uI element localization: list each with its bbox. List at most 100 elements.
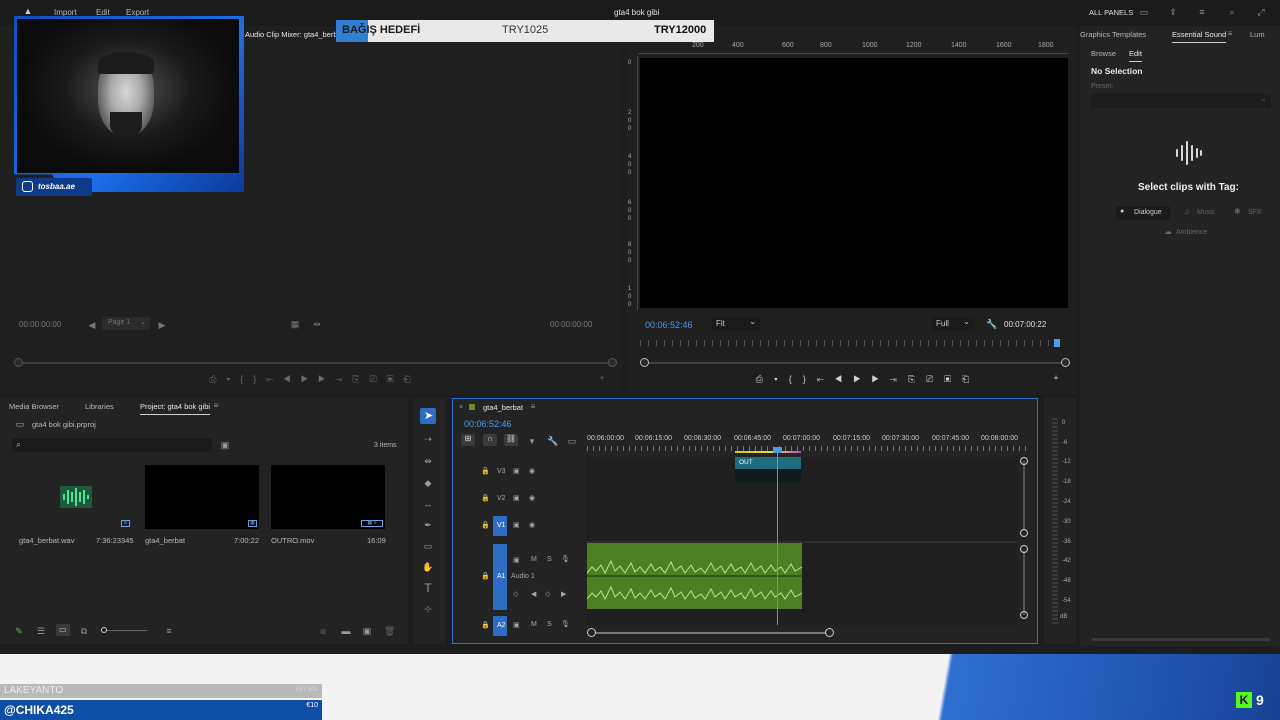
snap-button[interactable]: ∩ — [483, 434, 497, 446]
eye-icon[interactable]: ◉ — [529, 467, 535, 475]
program-video[interactable] — [640, 58, 1068, 308]
pencil-icon[interactable]: ✎ — [14, 626, 24, 636]
project-item-thumb[interactable]: ▦ — [145, 465, 259, 529]
bin-icon[interactable]: ▣ — [220, 440, 230, 450]
track-label[interactable]: V2 — [497, 495, 506, 502]
nest-button[interactable]: ⊞ — [461, 434, 475, 446]
tab-media-browser[interactable]: Media Browser — [9, 402, 59, 411]
tab-graphics-templates[interactable]: Graphics Templates — [1080, 30, 1146, 39]
lock-icon[interactable]: 🔒 — [481, 572, 490, 580]
timeline-zoom-bar[interactable] — [591, 632, 829, 634]
mic-icon[interactable]: 🎙 — [561, 620, 570, 628]
trash-icon[interactable]: 🗑 — [384, 626, 395, 636]
zoom-slider-handle[interactable] — [101, 627, 107, 633]
lock-icon[interactable]: 🔒 — [481, 621, 490, 629]
tab-essential-sound[interactable]: Essential Sound — [1172, 30, 1227, 43]
page-select[interactable]: Page 1 ⌄ — [102, 317, 150, 330]
es-scrollbar[interactable] — [1092, 638, 1270, 641]
home-icon[interactable]: ▲ — [22, 6, 34, 16]
timeline-timecode[interactable]: 00:06:52:46 — [464, 419, 512, 429]
mute-button[interactable]: M — [531, 556, 537, 563]
lock-icon[interactable]: 🔒 — [481, 494, 490, 502]
eye-icon[interactable]: ◉ — [529, 494, 535, 502]
tab-libraries[interactable]: Libraries — [85, 402, 114, 411]
project-item-thumb[interactable]: ▦ ≡ — [271, 465, 385, 529]
zoom-handle-right[interactable] — [825, 628, 834, 637]
rectangle-tool-icon[interactable]: ▭ — [422, 541, 434, 551]
scrubber-end-handle[interactable] — [608, 358, 617, 367]
program-scrubber[interactable] — [644, 362, 1066, 364]
video-track-scrollbar[interactable] — [1023, 461, 1025, 531]
scroll-handle[interactable] — [1020, 529, 1028, 537]
subtab-browse[interactable]: Browse — [1091, 49, 1116, 58]
captions-icon[interactable]: ▭ — [567, 436, 577, 446]
wrench-icon[interactable]: 🔧 — [986, 319, 997, 329]
marker-icon[interactable]: ▾ — [527, 436, 537, 446]
track-label[interactable]: V3 — [497, 468, 506, 475]
solo-button[interactable]: S — [547, 621, 552, 628]
menu-icon[interactable]: ≡ — [1196, 7, 1208, 17]
selection-tool[interactable]: ➤ — [420, 408, 436, 424]
program-transport-icons[interactable]: ⎙▾{}⇤◀▶▶⇥⎘⎚▣⎗ — [708, 374, 1028, 384]
sync-lock-icon[interactable]: ▣ — [513, 556, 520, 564]
page-next-icon[interactable]: ▶ — [158, 320, 166, 330]
quality-select[interactable]: Full ⌄ — [932, 317, 974, 331]
sort-icon[interactable]: ≡ — [164, 626, 174, 636]
hand-tool-icon[interactable]: ✋ — [422, 562, 434, 572]
tag-music-button[interactable]: ♫ Music — [1180, 206, 1224, 220]
add-button-icon[interactable]: + — [596, 373, 608, 383]
keyframe-next-icon[interactable]: ▶ — [561, 590, 566, 598]
timeline-playhead[interactable] — [777, 451, 778, 625]
fullscreen-icon[interactable]: ⤢ — [1255, 7, 1267, 17]
list-view-icon[interactable]: ☰ — [36, 626, 46, 636]
scrubber-start-handle[interactable] — [640, 358, 649, 367]
caption-tool-icon[interactable]: ⊹ — [422, 604, 434, 614]
all-panels-button[interactable]: ALL PANELS — [1089, 8, 1133, 17]
source-panel-tab[interactable]: Audio Clip Mixer: gta4_berbat — [245, 30, 344, 39]
page-prev-icon[interactable]: ◀ — [88, 320, 96, 330]
fit-select[interactable]: Fit ⌄ — [712, 317, 760, 331]
track-label[interactable]: V1 — [497, 522, 506, 529]
program-timecode[interactable]: 00:06:52:46 — [645, 320, 693, 330]
scroll-handle[interactable] — [1020, 457, 1028, 465]
preset-select[interactable]: ⌄ — [1091, 94, 1271, 108]
zoom-slider[interactable] — [101, 627, 147, 633]
freeform-view-icon[interactable]: ⧉ — [78, 626, 90, 636]
panel-menu-icon[interactable]: ≡ — [212, 401, 220, 411]
tag-dialogue-button[interactable]: ● Dialogue — [1116, 206, 1170, 220]
razor-tool-icon[interactable]: ◆ — [422, 478, 434, 488]
source-scrubber[interactable] — [18, 362, 614, 364]
program-playhead-marker[interactable] — [1054, 339, 1060, 347]
search-icon[interactable]: ⌕ — [1226, 7, 1238, 17]
panel-menu-icon[interactable]: ≡ — [529, 402, 537, 412]
icon-view-button[interactable]: ▭ — [56, 624, 70, 636]
panel-menu-icon[interactable]: ≡ — [1226, 29, 1234, 39]
tag-sfx-button[interactable]: ✱ SFX — [1232, 206, 1268, 220]
pen-tool-icon[interactable]: ✒ — [422, 520, 434, 530]
sync-lock-icon[interactable]: ▣ — [513, 621, 520, 629]
add-button-icon[interactable]: + — [1050, 373, 1062, 383]
wrench-icon[interactable]: 🔧 — [547, 436, 558, 446]
film-icon[interactable]: ▣ — [513, 494, 520, 502]
scrubber-start-handle[interactable] — [14, 358, 23, 367]
new-item-icon[interactable]: ▣ — [362, 626, 372, 636]
track-area[interactable]: OUT — [586, 447, 1017, 625]
eye-icon[interactable]: ◉ — [529, 521, 535, 529]
expand-icon[interactable]: ⇹ — [312, 319, 322, 329]
linked-selection-button[interactable]: ⛓ — [504, 434, 518, 446]
audio-clip-a1[interactable] — [586, 543, 803, 609]
work-area-bar[interactable] — [735, 451, 801, 453]
lock-icon[interactable]: 🔒 — [481, 467, 490, 475]
playhead-handle[interactable] — [773, 447, 782, 453]
track-label[interactable]: A2 — [497, 622, 506, 629]
ripple-edit-tool-icon[interactable]: ⇹ — [422, 456, 434, 466]
mic-icon[interactable]: 🎙 — [561, 555, 570, 563]
film-icon[interactable]: ▣ — [513, 467, 520, 475]
sequence-tab[interactable]: gta4_berbat — [483, 403, 523, 412]
mute-button[interactable]: M — [531, 621, 537, 628]
grid-icon[interactable]: ▦ — [290, 319, 300, 329]
film-icon[interactable]: ▣ — [513, 521, 520, 529]
timeline-ruler[interactable]: 00:06:00:00 00:06:15:00 00:06:30:00 00:0… — [587, 433, 1027, 453]
slip-tool-icon[interactable]: ↔ — [422, 499, 434, 509]
share-icon[interactable]: ⇪ — [1167, 7, 1179, 17]
